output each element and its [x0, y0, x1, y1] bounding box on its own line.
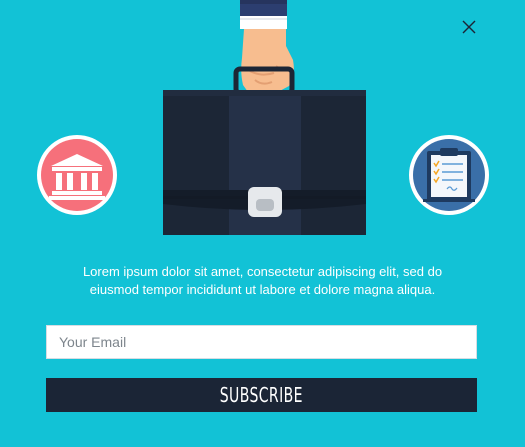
- hand-icon: [240, 0, 294, 95]
- hero-illustration: [0, 0, 525, 240]
- subscribe-button-label: SUBSCRIBE: [219, 383, 304, 407]
- message-line-2: eiusmod tempor incididunt ut labore et d…: [89, 282, 436, 297]
- bank-icon: [37, 135, 117, 215]
- message-line-1: Lorem ipsum dolor sit amet, consectetur …: [82, 264, 443, 279]
- popup-message: Lorem ipsum dolor sit amet, consectetur …: [40, 263, 485, 299]
- email-field[interactable]: [46, 325, 477, 359]
- briefcase-icon: [163, 66, 366, 235]
- clipboard-icon: [409, 135, 489, 215]
- subscribe-popup: Lorem ipsum dolor sit amet, consectetur …: [0, 0, 525, 447]
- subscribe-button[interactable]: SUBSCRIBE: [46, 378, 477, 412]
